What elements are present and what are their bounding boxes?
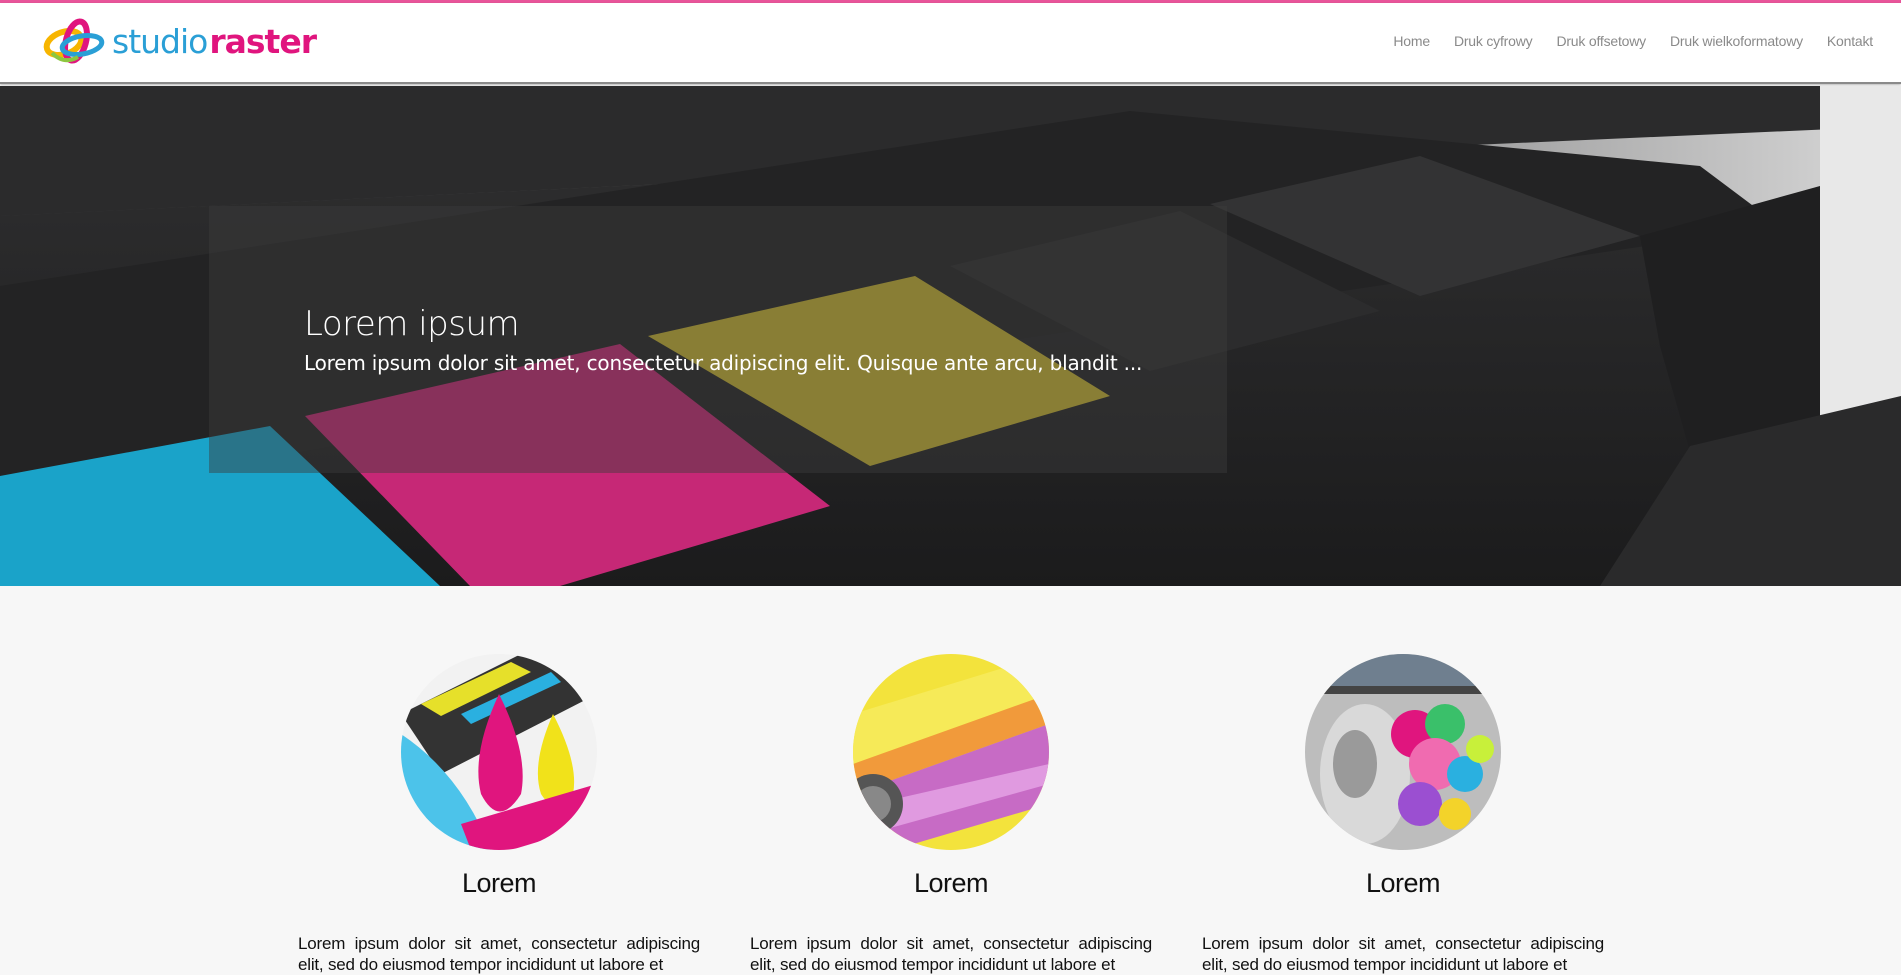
- print-rollers-image-icon: [853, 654, 1049, 850]
- hero-slider: Lorem ipsum Lorem ipsum dolor sit amet, …: [0, 86, 1901, 586]
- nav-druk-cyfrowy[interactable]: Druk cyfrowy: [1454, 33, 1533, 49]
- large-format-printer-image-icon: [1305, 654, 1501, 850]
- nav-druk-wielkoformatowy[interactable]: Druk wielkoformatowy: [1670, 33, 1803, 49]
- interlocked-rings-logo-icon: [43, 18, 105, 64]
- feature-card: Lorem Lorem ipsum dolor sit amet, consec…: [1202, 586, 1604, 975]
- brand-name-part1: studio: [112, 21, 208, 61]
- feature-image[interactable]: [853, 654, 1049, 850]
- feature-image[interactable]: [1305, 654, 1501, 850]
- features-section: Lorem Lorem ipsum dolor sit amet, consec…: [0, 586, 1901, 974]
- feature-card: Lorem Lorem ipsum dolor sit amet, consec…: [750, 586, 1152, 975]
- feature-image[interactable]: [401, 654, 597, 850]
- nav-kontakt[interactable]: Kontakt: [1827, 33, 1873, 49]
- main-nav: Home Druk cyfrowy Druk offsetowy Druk wi…: [1393, 33, 1873, 49]
- site-logo[interactable]: studio raster: [38, 13, 317, 69]
- feature-card: Lorem Lorem ipsum dolor sit amet, consec…: [298, 586, 700, 975]
- nav-home[interactable]: Home: [1393, 33, 1430, 49]
- feature-text: Lorem ipsum dolor sit amet, consectetur …: [750, 934, 1152, 974]
- feature-title: Lorem: [913, 868, 989, 898]
- feature-title: Lorem: [461, 868, 537, 898]
- feature-text: Lorem ipsum dolor sit amet, consectetur …: [1202, 934, 1604, 974]
- feature-title: Lorem: [1365, 868, 1441, 898]
- nav-druk-offsetowy[interactable]: Druk offsetowy: [1556, 33, 1646, 49]
- site-header: studio raster Home Druk cyfrowy Druk offs…: [0, 3, 1901, 84]
- hero-text: Lorem ipsum dolor sit amet, consectetur …: [304, 351, 1143, 375]
- hero-title: Lorem ipsum: [304, 304, 520, 344]
- feature-text: Lorem ipsum dolor sit amet, consectetur …: [298, 934, 700, 974]
- ink-drops-image-icon: [401, 654, 597, 850]
- brand-name-part2: raster: [209, 21, 317, 61]
